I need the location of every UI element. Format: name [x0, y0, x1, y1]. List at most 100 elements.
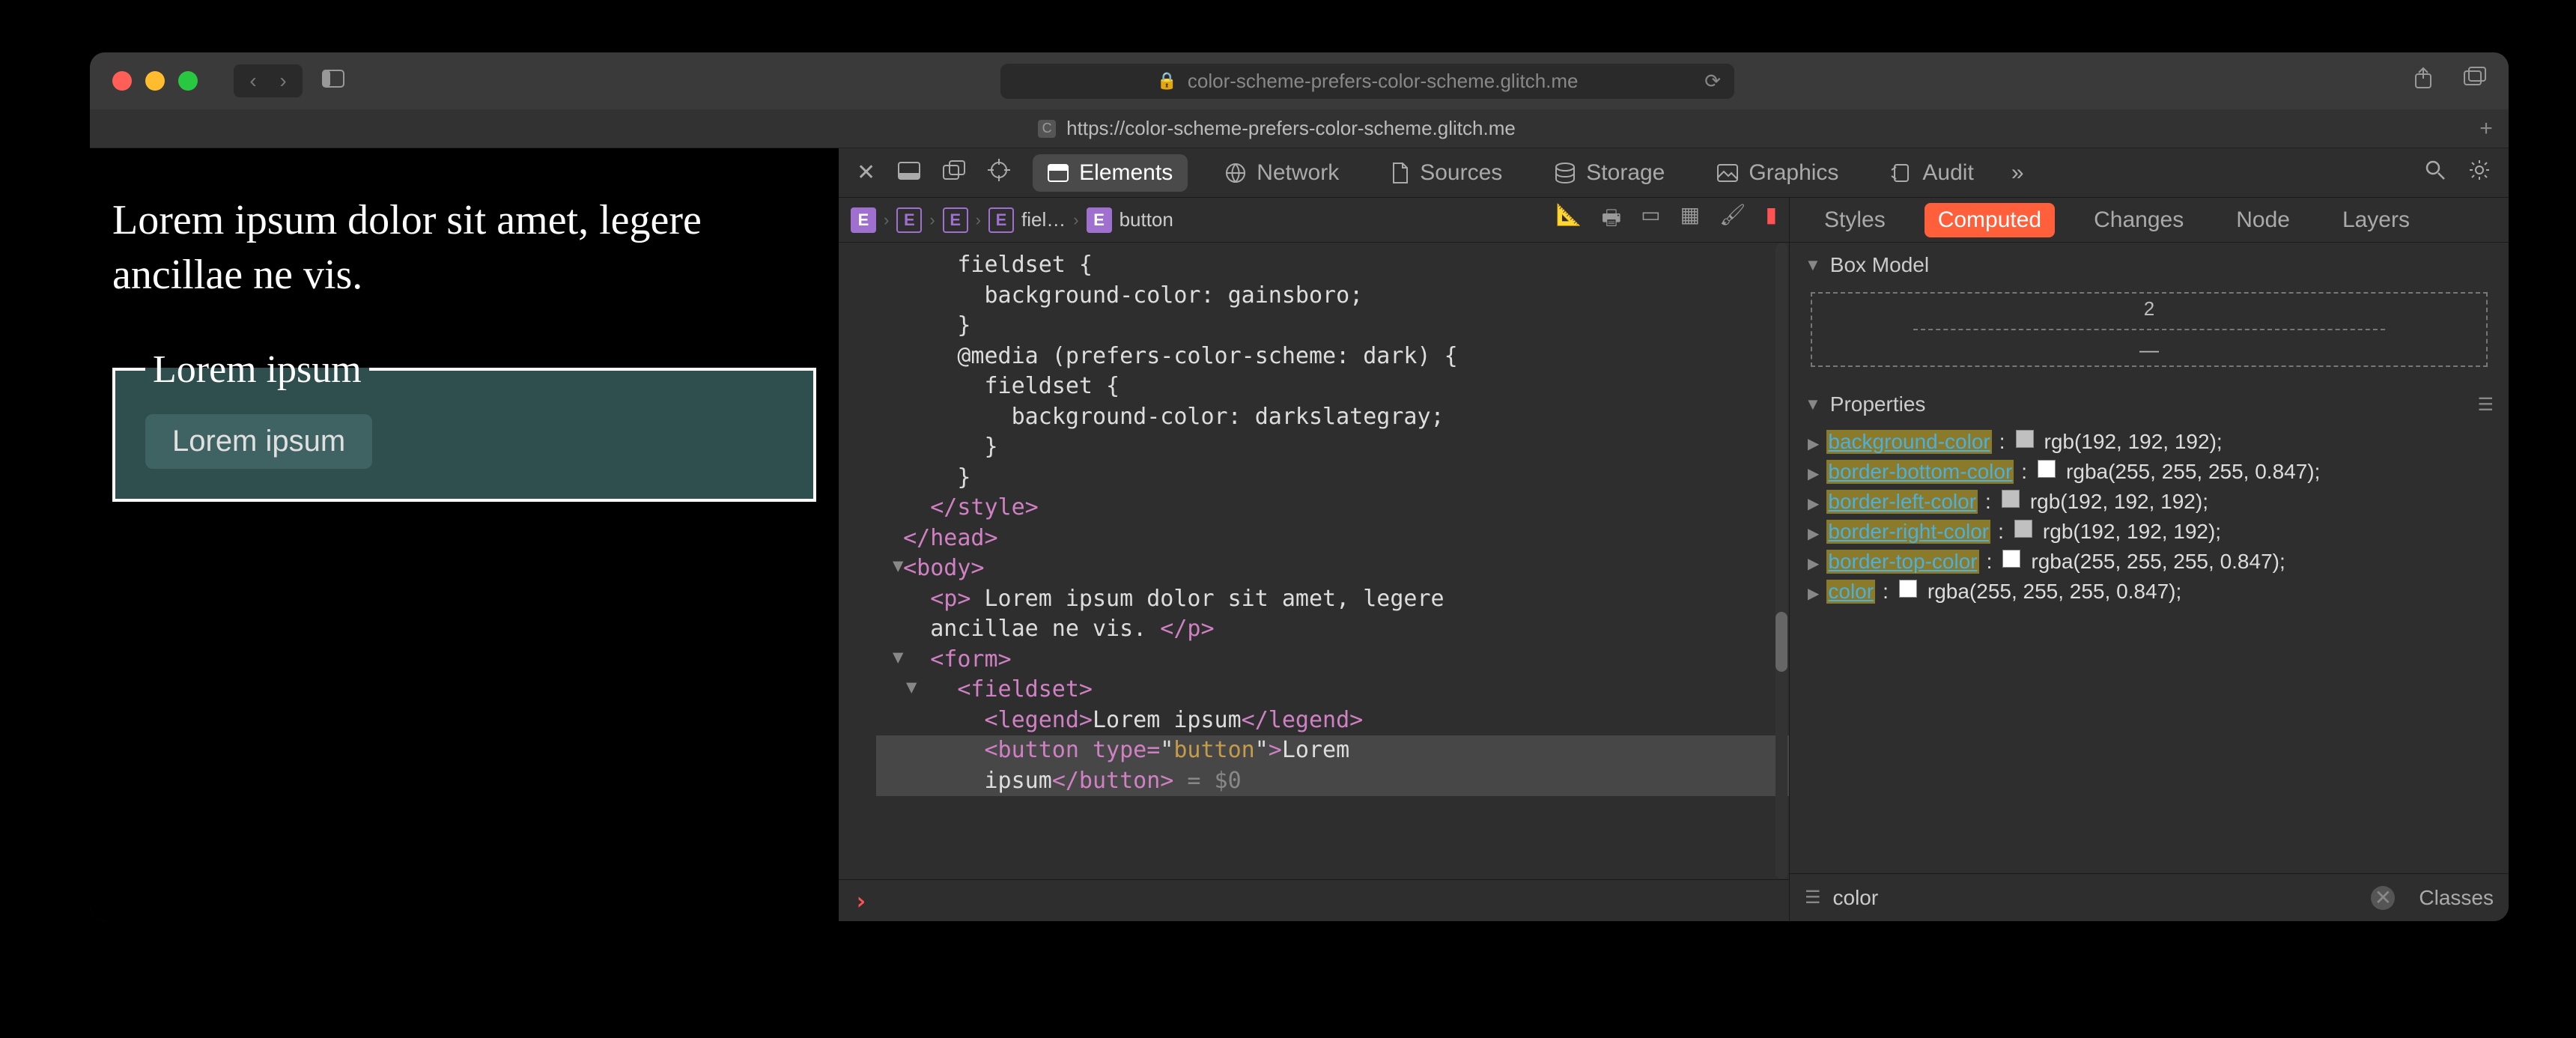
property-value: rgb(192, 192, 192); [2044, 430, 2223, 454]
reload-icon[interactable]: ⟳ [1704, 70, 1721, 93]
property-row[interactable]: ▶border-top-color: rgba(255, 255, 255, 0… [1790, 547, 2509, 577]
dock-popout-icon[interactable] [943, 160, 965, 186]
property-row[interactable]: ▶color: rgba(255, 255, 255, 0.847); [1790, 577, 2509, 607]
sidebar-toggle-icon[interactable] [322, 68, 344, 94]
breadcrumb-row: E › E › E › E fiel… › E button 📐 🖶 [839, 198, 1789, 243]
page-form: Lorem ipsum Lorem ipsum [112, 347, 816, 502]
search-icon[interactable] [2425, 160, 2446, 186]
element-badge[interactable]: E [1087, 207, 1112, 233]
scrollbar-thumb[interactable] [1775, 612, 1787, 672]
section-boxmodel[interactable]: ▼ Box Model [1790, 243, 2509, 288]
console-row[interactable]: › [839, 879, 1789, 921]
chevron-right-icon: › [1073, 210, 1078, 230]
tabs-icon[interactable] [2464, 67, 2486, 95]
crumb-button[interactable]: button [1120, 208, 1173, 231]
page-legend: Lorem ipsum [145, 347, 369, 392]
print-icon[interactable]: 🖶 [1602, 202, 1621, 238]
color-swatch[interactable] [2016, 430, 2034, 448]
styles-sidebar: Styles Computed Changes Node Layers ▼ Bo… [1790, 198, 2509, 921]
crumb-fieldset[interactable]: fiel… [1021, 208, 1066, 231]
elements-panel: E › E › E › E fiel… › E button 📐 🖶 [839, 198, 1790, 921]
ruler-icon[interactable]: 📐 [1556, 202, 1582, 238]
zoom-window-button[interactable] [178, 71, 198, 91]
compositing-icon[interactable]: ▮ [1766, 202, 1777, 238]
element-badge[interactable]: E [851, 207, 876, 233]
back-button[interactable]: ‹ [238, 66, 268, 96]
property-value: rgb(192, 192, 192); [2043, 520, 2221, 544]
new-tab-button[interactable]: + [2464, 116, 2509, 142]
page-button[interactable]: Lorem ipsum [145, 414, 372, 469]
share-icon[interactable] [2413, 67, 2434, 95]
forward-button[interactable]: › [268, 66, 298, 96]
color-swatch[interactable] [2014, 520, 2032, 538]
disclosure-triangle-icon: ▶ [1808, 464, 1819, 483]
disclosure-triangle-icon: ▶ [1808, 494, 1819, 513]
console-prompt-icon: › [854, 887, 868, 915]
minimize-window-button[interactable] [145, 71, 165, 91]
tab-node[interactable]: Node [2223, 203, 2303, 237]
tab-computed[interactable]: Computed [1925, 203, 2055, 237]
tab-graphics[interactable]: Graphics [1702, 154, 1853, 192]
favicon: C [1038, 120, 1056, 138]
dom-tree[interactable]: fieldset { background-color: gainsboro; … [839, 243, 1789, 879]
close-window-button[interactable] [112, 71, 132, 91]
tab-layers[interactable]: Layers [2329, 203, 2423, 237]
devtools-body: E › E › E › E fiel… › E button 📐 🖶 [839, 198, 2509, 921]
address-bar[interactable]: 🔒 color-scheme-prefers-color-scheme.glit… [1000, 64, 1734, 99]
filter-row: ☰ ✕ Classes [1790, 873, 2509, 921]
tab-styles[interactable]: Styles [1811, 203, 1899, 237]
color-swatch[interactable] [1899, 580, 1917, 598]
classes-button[interactable]: Classes [2419, 886, 2494, 910]
device-icon[interactable]: ▭ [1641, 202, 1660, 238]
section-properties[interactable]: ▼ Properties ☰ [1790, 382, 2509, 427]
filter-input[interactable] [1833, 886, 2360, 910]
box-model-diagram[interactable]: 2 — [1811, 292, 2488, 367]
page-fieldset: Lorem ipsum Lorem ipsum [112, 347, 816, 502]
window-controls [112, 71, 198, 91]
dock-bottom-icon[interactable] [898, 160, 920, 186]
property-row[interactable]: ▶border-bottom-color: rgba(255, 255, 255… [1790, 457, 2509, 487]
property-row[interactable]: ▶background-color: rgb(192, 192, 192); [1790, 427, 2509, 457]
property-value: rgba(255, 255, 255, 0.847); [2031, 550, 2285, 574]
element-badge[interactable]: E [943, 207, 968, 233]
content-split: Lorem ipsum dolor sit amet, legere ancil… [90, 148, 2509, 921]
tab-audit[interactable]: Audit [1876, 154, 1988, 192]
disclosure-triangle-icon: ▶ [1808, 554, 1819, 573]
tab-elements[interactable]: Elements [1033, 154, 1188, 192]
overflow-icon[interactable]: » [2011, 160, 2024, 186]
tab-storage[interactable]: Storage [1540, 154, 1680, 192]
url-host: color-scheme-prefers-color-scheme.glitch… [1188, 70, 1579, 93]
property-name: border-left-color [1826, 490, 1978, 514]
element-badge[interactable]: E [988, 207, 1014, 233]
settings-icon[interactable] [2468, 159, 2491, 187]
chevron-right-icon: › [976, 210, 981, 230]
clear-filter-icon[interactable]: ✕ [2371, 886, 2395, 910]
element-badge[interactable]: E [896, 207, 922, 233]
grid-icon[interactable]: ▦ [1680, 202, 1700, 238]
properties-list: ▶background-color: rgb(192, 192, 192);▶b… [1790, 427, 2509, 607]
tab-sources[interactable]: Sources [1376, 154, 1517, 192]
tab-network[interactable]: Network [1210, 154, 1354, 192]
color-swatch[interactable] [2038, 460, 2056, 478]
disclosure-triangle-icon[interactable]: ▼ [893, 645, 903, 669]
property-value: rgb(192, 192, 192); [2030, 490, 2208, 514]
target-icon[interactable] [988, 159, 1010, 187]
page-viewport: Lorem ipsum dolor sit amet, legere ancil… [90, 148, 839, 921]
property-row[interactable]: ▶border-left-color: rgb(192, 192, 192); [1790, 487, 2509, 517]
page-paragraph: Lorem ipsum dolor sit amet, legere ancil… [112, 193, 816, 303]
filter-menu-icon[interactable]: ☰ [2477, 394, 2494, 416]
property-row[interactable]: ▶border-right-color: rgb(192, 192, 192); [1790, 517, 2509, 547]
property-name: border-right-color [1826, 520, 1990, 544]
browser-tab[interactable]: C https://color-scheme-prefers-color-sch… [90, 109, 2464, 148]
disclosure-triangle-icon[interactable]: ▼ [906, 675, 917, 699]
disclosure-triangle-icon: ▶ [1808, 584, 1819, 603]
close-devtools-icon[interactable]: ✕ [857, 160, 875, 186]
disclosure-triangle-icon: ▼ [1805, 395, 1821, 414]
color-swatch[interactable] [2002, 550, 2020, 568]
disclosure-triangle-icon[interactable]: ▼ [893, 553, 903, 577]
paint-icon[interactable]: 🖌 [1719, 202, 1746, 238]
lock-icon: 🔒 [1156, 71, 1176, 91]
color-swatch[interactable] [2002, 490, 2020, 508]
tab-changes[interactable]: Changes [2080, 203, 2197, 237]
scrollbar-track [1775, 243, 1787, 879]
